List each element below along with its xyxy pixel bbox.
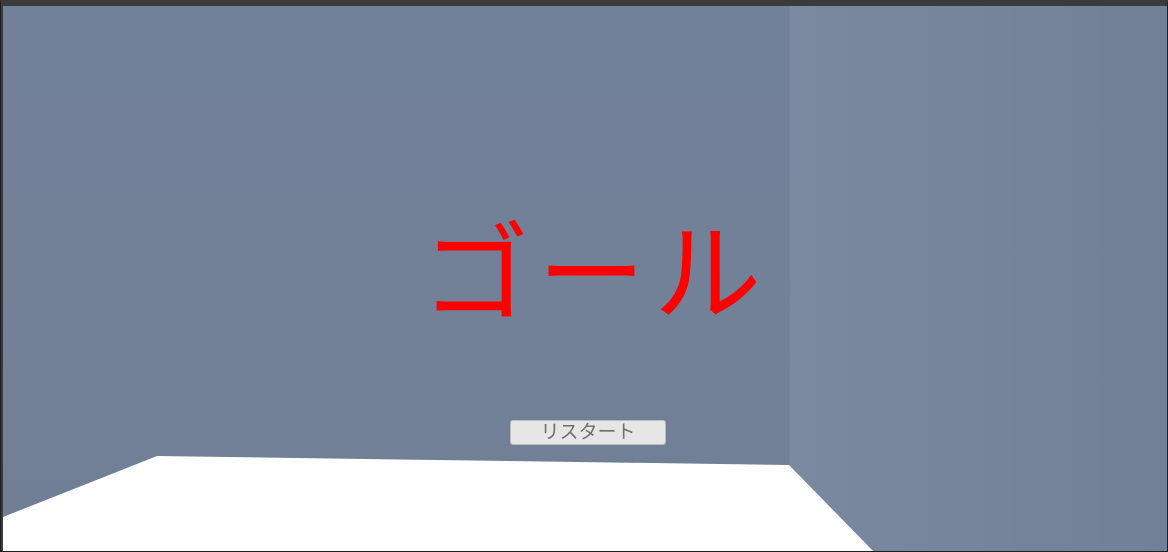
goal-text: ゴール: [421, 213, 770, 338]
3d-room-scene: ゴール リスタート: [3, 6, 1167, 551]
restart-button[interactable]: リスタート: [510, 420, 666, 445]
floor: [3, 456, 874, 551]
game-viewport: ゴール リスタート: [0, 0, 1168, 552]
